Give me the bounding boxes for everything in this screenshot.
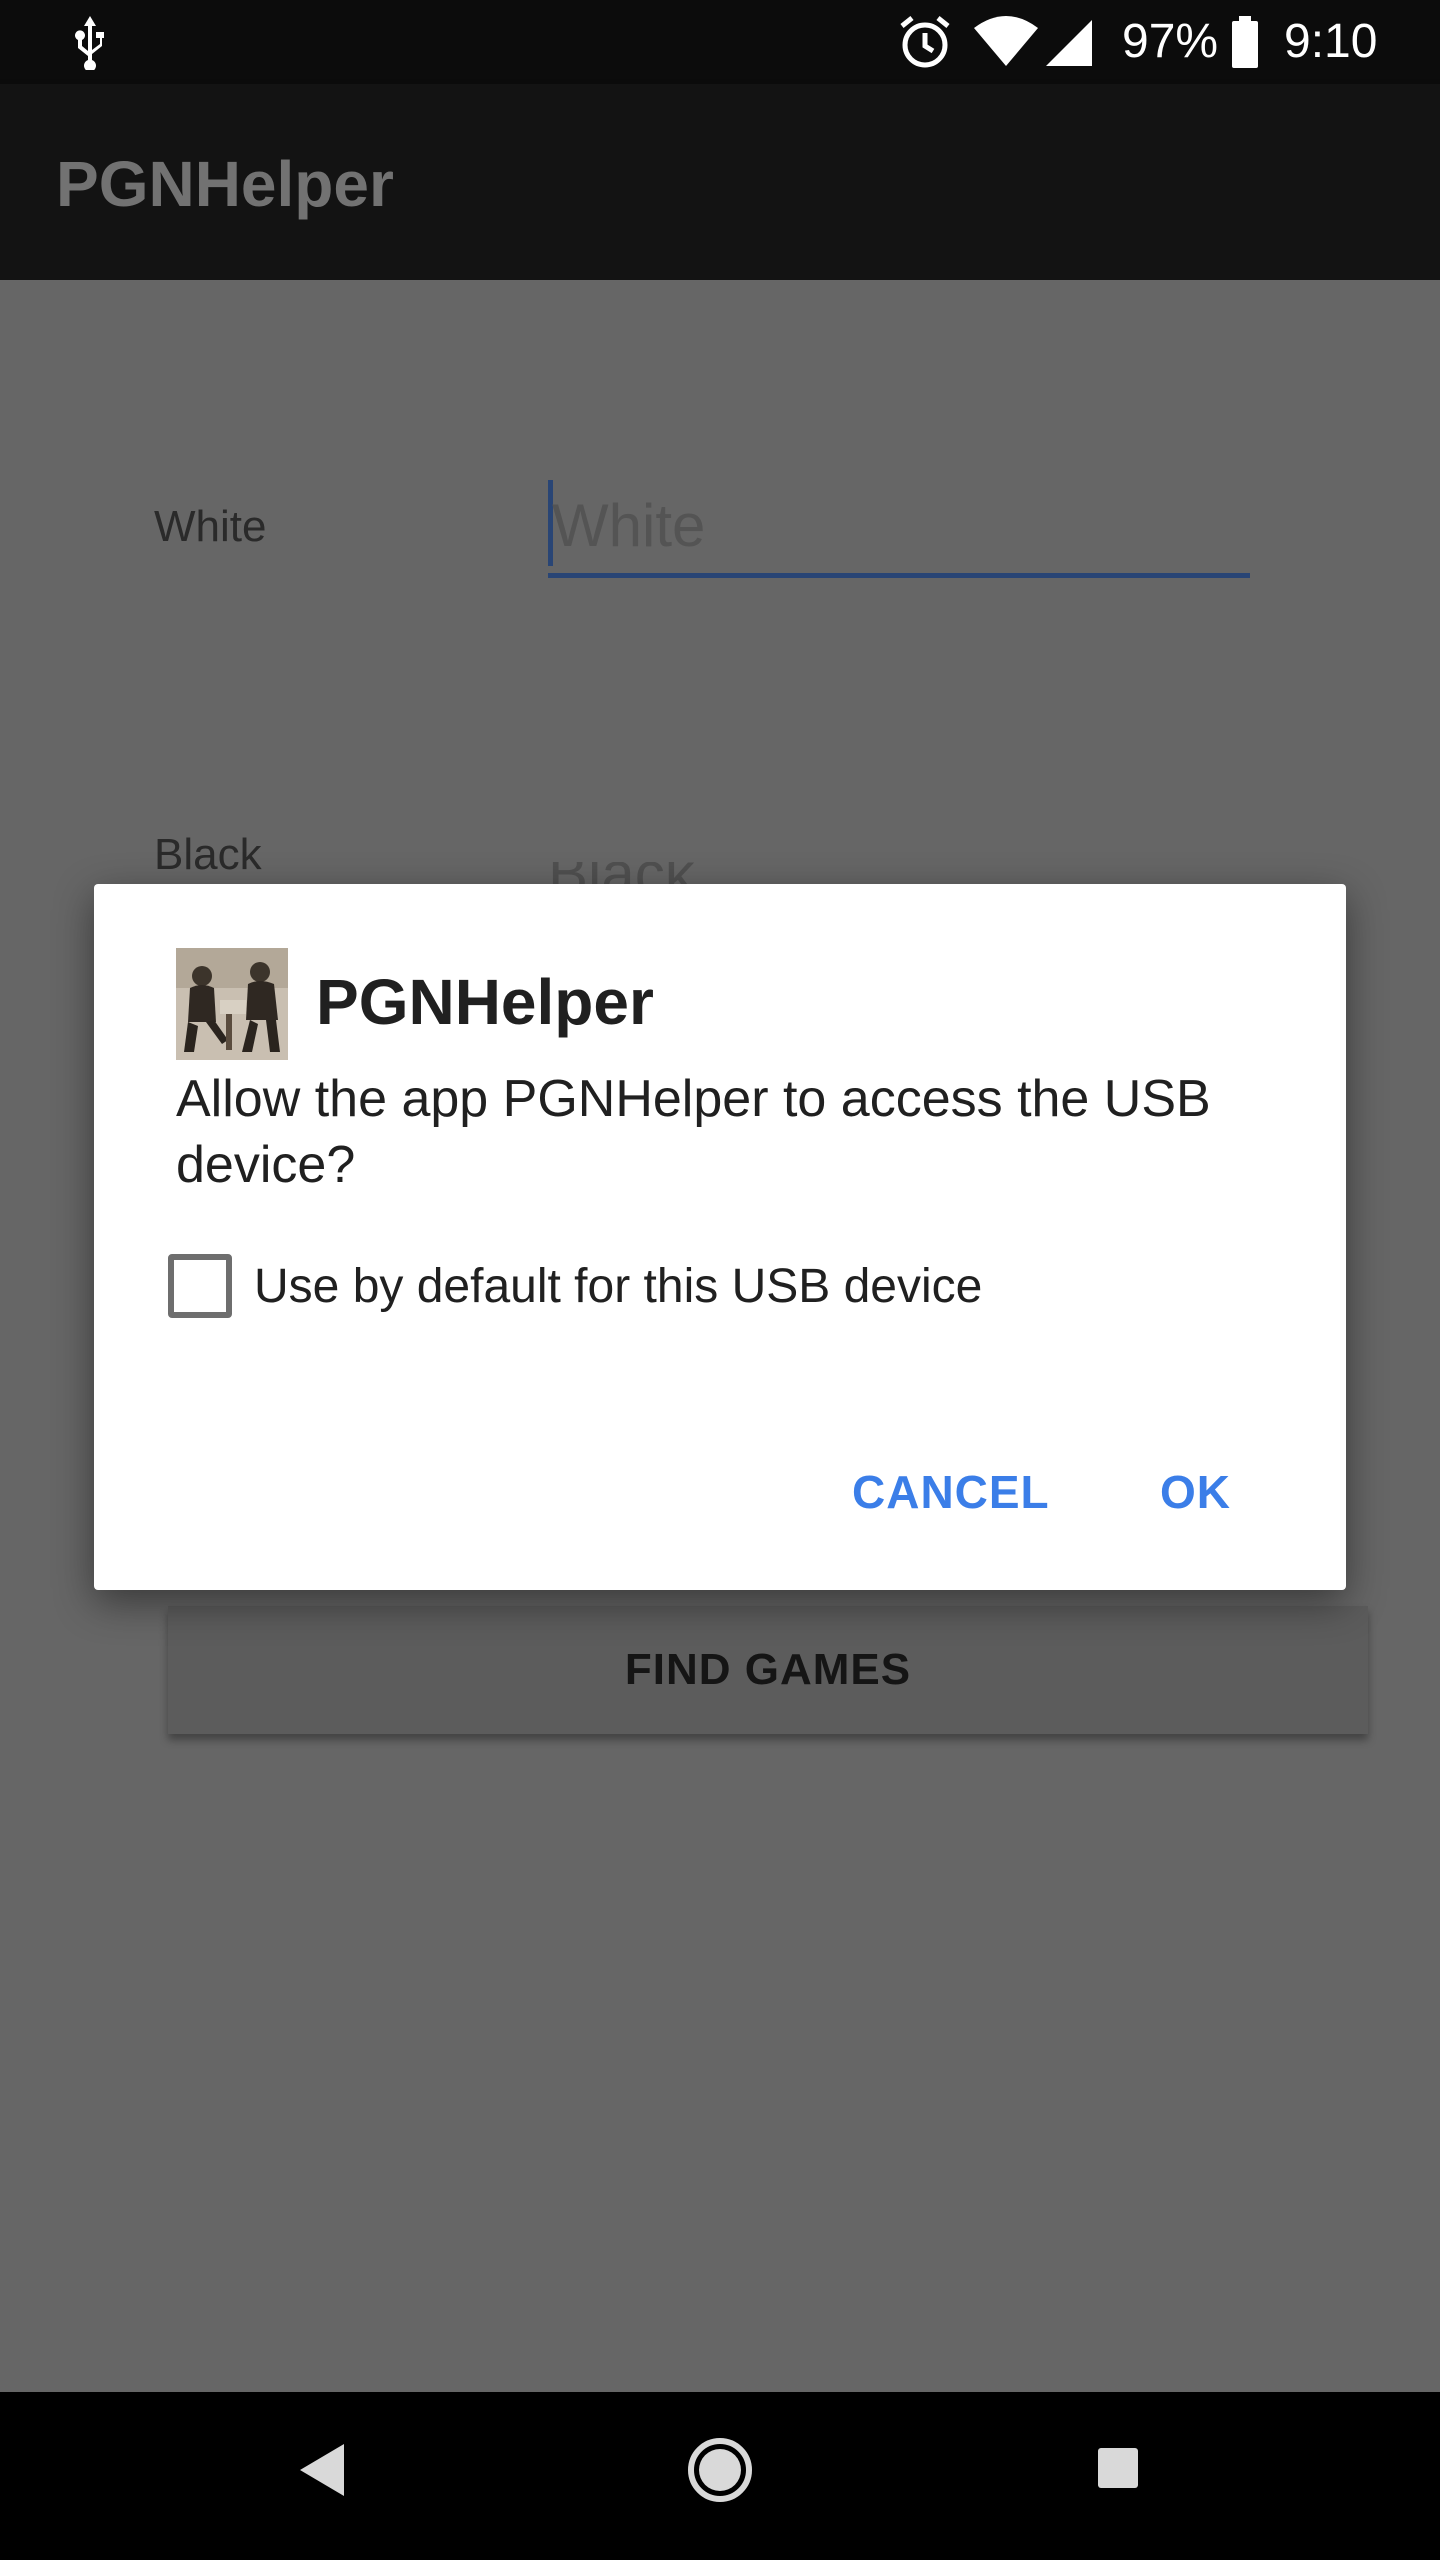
app-icon: [176, 948, 288, 1060]
dialog-message: Allow the app PGNHelper to access the US…: [176, 1070, 1211, 1194]
battery-percentage: 97%: [1122, 15, 1219, 68]
wifi-icon: [974, 16, 1038, 66]
recents-icon[interactable]: [1096, 2446, 1140, 2490]
white-label: White: [154, 502, 267, 551]
alarm-icon: [900, 16, 950, 68]
black-label: Black: [154, 830, 262, 879]
navigation-bar: [0, 2392, 1440, 2560]
use-by-default-checkbox[interactable]: [168, 1254, 232, 1318]
status-bar: 97% 9:10: [0, 0, 1440, 84]
cancel-button[interactable]: CANCEL: [852, 1462, 1050, 1522]
find-games-button[interactable]: FIND GAMES: [168, 1606, 1368, 1734]
app-title: PGNHelper: [56, 148, 394, 220]
use-by-default-label[interactable]: Use by default for this USB device: [254, 1256, 982, 1318]
black-input[interactable]: Black: [548, 862, 695, 884]
usb-permission-dialog: PGNHelper Allow the app PGNHelper to acc…: [94, 884, 1346, 1590]
usb-icon: [75, 16, 104, 70]
cell-signal-icon: [1046, 20, 1092, 66]
status-time: 9:10: [1284, 15, 1378, 68]
app-bar: PGNHelper: [0, 84, 1440, 280]
white-input[interactable]: White: [548, 476, 1250, 578]
battery-icon: [1232, 16, 1258, 68]
home-icon[interactable]: [686, 2436, 754, 2504]
white-input-placeholder: White: [552, 492, 706, 559]
dialog-title: PGNHelper: [316, 966, 654, 1038]
back-icon[interactable]: [296, 2440, 348, 2500]
ok-button[interactable]: OK: [1160, 1462, 1231, 1522]
